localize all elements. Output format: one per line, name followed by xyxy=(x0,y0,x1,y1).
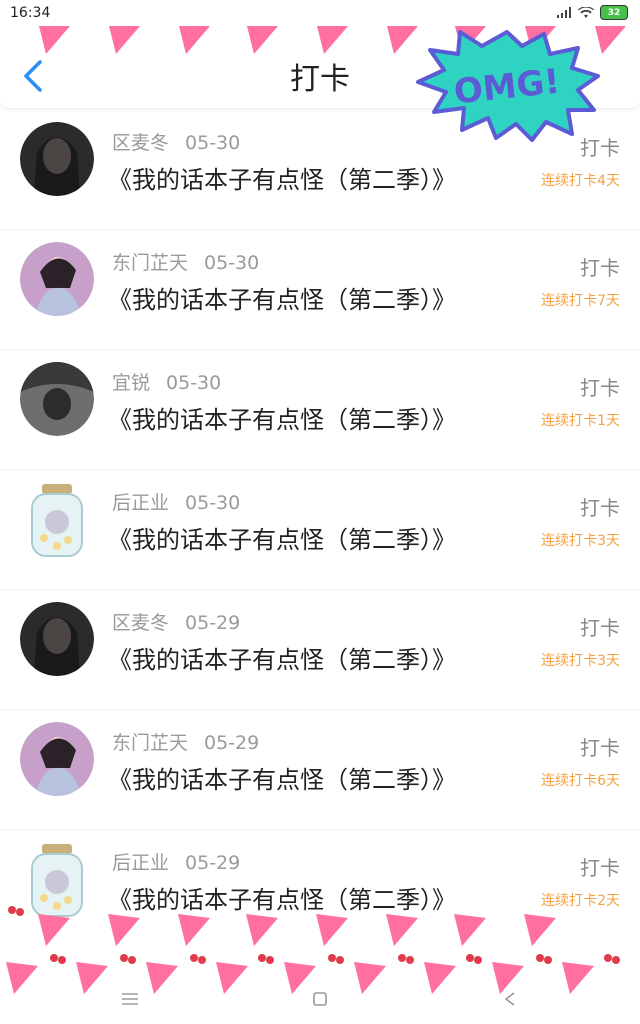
avatar xyxy=(31,484,83,557)
avatar xyxy=(20,602,94,676)
user-meta: 后正业 05-30 xyxy=(112,488,240,515)
list-item[interactable]: 区麦冬 05-29 《我的话本子有点怪（第二季）》 打卡 连续打卡3天 xyxy=(0,590,640,710)
book-title: 《我的话本子有点怪（第二季）》 xyxy=(108,166,456,194)
checkin-date: 05-29 xyxy=(185,852,241,874)
list-item[interactable]: 东门芷天 05-30 《我的话本子有点怪（第二季）》 打卡 连续打卡7天 xyxy=(0,230,640,350)
punch-button[interactable]: 打卡 xyxy=(580,492,620,521)
back-triangle-icon[interactable] xyxy=(490,984,530,1014)
book-title: 《我的话本子有点怪（第二季）》 xyxy=(108,886,456,914)
signal-icon xyxy=(557,6,571,18)
list-item[interactable]: 后正业 05-29 《我的话本子有点怪（第二季）》 打卡 连续打卡2天 xyxy=(0,830,640,950)
user-meta: 后正业 05-29 xyxy=(112,848,240,875)
user-meta: 东门芷天 05-30 xyxy=(112,248,259,275)
streak-label: 连续打卡6天 xyxy=(541,773,620,789)
user-name: 区麦冬 xyxy=(112,612,170,634)
checkin-list: 区麦冬 05-30 《我的话本子有点怪（第二季）》 打卡 连续打卡4天 东门芷天 0… xyxy=(0,110,640,950)
home-square-icon[interactable] xyxy=(300,984,340,1014)
punch-button[interactable]: 打卡 xyxy=(580,372,620,401)
user-name: 后正业 xyxy=(112,492,170,514)
user-meta: 区麦冬 05-29 xyxy=(112,608,240,635)
streak-label: 连续打卡1天 xyxy=(541,413,620,429)
checkin-date: 05-29 xyxy=(185,612,241,634)
streak-label: 连续打卡2天 xyxy=(541,893,620,909)
system-nav-bar xyxy=(0,976,640,1024)
checkin-date: 05-30 xyxy=(185,492,241,514)
punch-button[interactable]: 打卡 xyxy=(580,732,620,761)
menu-icon[interactable] xyxy=(110,984,150,1014)
checkin-date: 05-29 xyxy=(204,732,260,754)
book-title: 《我的话本子有点怪（第二季）》 xyxy=(108,646,456,674)
list-item[interactable]: 后正业 05-30 《我的话本子有点怪（第二季）》 打卡 连续打卡3天 xyxy=(0,470,640,590)
user-name: 东门芷天 xyxy=(112,732,189,754)
streak-label: 连续打卡3天 xyxy=(541,533,620,549)
battery-icon: 32 xyxy=(600,5,628,20)
checkin-date: 05-30 xyxy=(185,132,241,154)
punch-button[interactable]: 打卡 xyxy=(580,252,620,281)
user-meta: 宜锐 05-30 xyxy=(112,368,221,395)
status-bar: 16:34 32 xyxy=(0,0,640,26)
avatar xyxy=(31,844,83,917)
status-time: 16:34 xyxy=(10,5,51,21)
user-name: 宜锐 xyxy=(112,372,151,394)
user-name: 区麦冬 xyxy=(112,132,170,154)
omg-sticker: OMG! xyxy=(416,30,600,142)
avatar xyxy=(20,362,94,436)
wifi-icon xyxy=(578,6,594,18)
user-name: 后正业 xyxy=(112,852,170,874)
status-icons: 32 xyxy=(556,5,628,20)
book-title: 《我的话本子有点怪（第二季）》 xyxy=(108,406,456,434)
streak-label: 连续打卡3天 xyxy=(541,653,620,669)
checkin-date: 05-30 xyxy=(204,252,260,274)
book-title: 《我的话本子有点怪（第二季）》 xyxy=(108,766,456,794)
avatar xyxy=(20,122,94,196)
user-meta: 东门芷天 05-29 xyxy=(112,728,259,755)
punch-button[interactable]: 打卡 xyxy=(580,852,620,881)
list-item[interactable]: 东门芷天 05-29 《我的话本子有点怪（第二季）》 打卡 连续打卡6天 xyxy=(0,710,640,830)
streak-label: 连续打卡4天 xyxy=(541,173,620,189)
streak-label: 连续打卡7天 xyxy=(541,293,620,309)
list-item[interactable]: 宜锐 05-30 《我的话本子有点怪（第二季）》 打卡 连续打卡1天 xyxy=(0,350,640,470)
user-name: 东门芷天 xyxy=(112,252,189,274)
book-title: 《我的话本子有点怪（第二季）》 xyxy=(108,286,456,314)
avatar xyxy=(20,722,94,796)
book-title: 《我的话本子有点怪（第二季）》 xyxy=(108,526,456,554)
punch-button[interactable]: 打卡 xyxy=(580,612,620,641)
user-meta: 区麦冬 05-30 xyxy=(112,128,240,155)
avatar xyxy=(20,242,94,316)
checkin-date: 05-30 xyxy=(166,372,222,394)
